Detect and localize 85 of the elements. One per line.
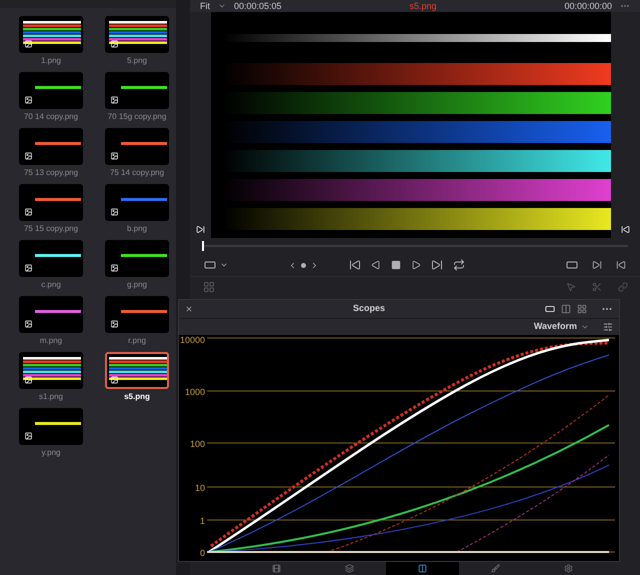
clip-thumbnail[interactable] — [105, 16, 169, 53]
image-icon — [24, 264, 33, 272]
scrubber-handle[interactable] — [202, 241, 204, 251]
loop-icon[interactable] — [453, 259, 465, 271]
clip-name: 70 15g copy.png — [108, 112, 166, 122]
previous-icon[interactable] — [288, 260, 297, 270]
image-icon — [24, 320, 33, 328]
clip-name: 1.png — [40, 56, 62, 66]
clip-name: g.png — [126, 280, 148, 290]
clip-name: 75 14 copy.png — [110, 168, 164, 178]
scale-label: 1000 — [184, 386, 205, 397]
settings-icon[interactable] — [603, 322, 613, 332]
image-icon — [24, 432, 33, 440]
skip-icon[interactable] — [592, 260, 602, 270]
quad-layout-icon[interactable] — [577, 304, 587, 314]
clip-thumbnail[interactable] — [19, 240, 83, 277]
skip-icon[interactable] — [621, 225, 630, 234]
clip-name: 70 14 copy.png — [24, 112, 78, 122]
scale-label: 10000 — [180, 334, 205, 345]
clip-thumbnail[interactable] — [105, 184, 169, 221]
page-icon — [272, 564, 281, 573]
clip-name: b.png — [126, 224, 148, 234]
clip-name: m.png — [40, 336, 62, 346]
clip-thumbnail[interactable] — [105, 72, 169, 109]
stop-icon[interactable] — [391, 260, 401, 270]
clip-thumbnail[interactable] — [105, 296, 169, 333]
clip-thumbnail[interactable] — [19, 184, 83, 221]
image-icon — [24, 376, 33, 384]
page-icon — [564, 564, 573, 573]
clip-name: 5.png — [126, 56, 148, 66]
clip-thumbnail[interactable] — [19, 16, 83, 53]
go-to-start-icon[interactable] — [349, 259, 361, 271]
image-icon — [110, 40, 119, 48]
chevron-icon[interactable] — [220, 261, 228, 269]
chevron-icon[interactable] — [218, 2, 226, 10]
clip-thumbnail[interactable] — [19, 408, 83, 445]
timecode: 00:00:00:00 — [564, 1, 612, 11]
dual-layout-icon[interactable] — [561, 304, 571, 314]
clip-name: y.png — [42, 448, 60, 458]
page-icon — [491, 564, 500, 573]
clip-name: s1.png — [38, 392, 64, 402]
clip-title: s5.png — [408, 1, 438, 11]
clip-name: c.png — [41, 280, 61, 290]
duration-timecode: 00:00:05:05 — [234, 1, 282, 11]
clip-thumbnail[interactable] — [19, 128, 83, 165]
image-icon — [110, 320, 119, 328]
scale-label: 1 — [200, 516, 205, 526]
scope-mode-dropdown[interactable]: Waveform — [534, 320, 577, 334]
page-tab[interactable] — [386, 562, 459, 575]
clip-thumbnail[interactable] — [105, 240, 169, 277]
scale-label: 100 — [190, 438, 205, 449]
play-icon[interactable] — [411, 260, 421, 270]
close-icon[interactable] — [185, 304, 193, 313]
single-layout-icon[interactable] — [545, 304, 555, 314]
page-icon — [418, 564, 427, 573]
viewer-mode-icon[interactable] — [204, 259, 216, 271]
clip-thumbnail[interactable] — [19, 296, 83, 333]
clip-thumbnail[interactable] — [19, 352, 83, 389]
play-reverse-icon[interactable] — [371, 260, 381, 270]
image-icon — [110, 96, 119, 104]
clip-name: s5.png — [124, 392, 150, 402]
image-icon — [110, 208, 119, 216]
clip-thumbnail[interactable] — [105, 352, 169, 389]
skip-icon[interactable] — [196, 225, 205, 234]
image-icon — [24, 40, 33, 48]
window-title: Scopes — [352, 302, 386, 316]
go-to-end-icon[interactable] — [431, 259, 443, 271]
match-frame-icon[interactable] — [566, 259, 578, 271]
clip-thumbnail[interactable] — [105, 128, 169, 165]
clip-name: 75 13 copy.png — [24, 168, 78, 178]
image-icon — [24, 152, 33, 160]
image-icon — [24, 96, 33, 104]
scale-label: 0 — [200, 548, 205, 558]
page-icon — [345, 564, 354, 573]
next-icon[interactable] — [310, 260, 319, 270]
image-icon — [110, 152, 119, 160]
image-icon — [24, 208, 33, 216]
clip-name: 75 15 copy.png — [24, 224, 78, 234]
image-icon — [110, 264, 119, 272]
image-icon — [110, 376, 119, 384]
skip-icon[interactable] — [616, 260, 626, 270]
scale-label: 10 — [194, 482, 205, 493]
clip-thumbnail[interactable] — [19, 72, 83, 109]
clip-name: r.png — [128, 336, 146, 346]
zoom-label[interactable]: Fit — [200, 1, 210, 11]
